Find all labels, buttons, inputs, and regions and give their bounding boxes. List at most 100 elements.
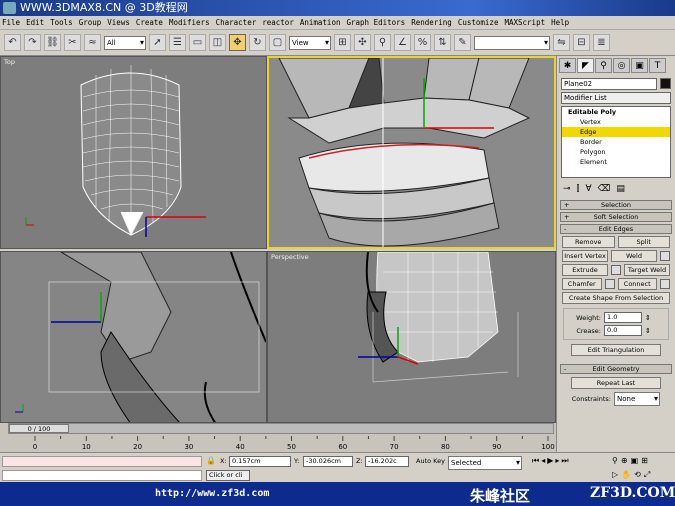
show-end-result-icon[interactable]: ⫿ [577, 184, 580, 194]
edit-triangulation-button[interactable]: Edit Triangulation [571, 344, 661, 356]
connect-settings-icon[interactable] [660, 279, 670, 289]
reference-coord-dropdown[interactable]: View [289, 35, 331, 50]
bind-space-warp-icon[interactable]: ≈ [84, 34, 101, 51]
key-filter-dropdown[interactable]: Selected [448, 456, 522, 470]
maxscript-output-field[interactable] [2, 470, 202, 481]
zoom-extents-all-icon[interactable]: ⊞ [641, 456, 648, 465]
create-shape-button[interactable]: Create Shape From Selection [562, 292, 670, 304]
viewport-perspective[interactable]: Perspective [267, 251, 556, 423]
modify-tab-icon[interactable]: ◤ [577, 58, 594, 73]
selection-filter-dropdown[interactable]: All [104, 35, 146, 50]
chamfer-settings-icon[interactable] [604, 279, 615, 289]
window-crossing-icon[interactable]: ◫ [209, 34, 226, 51]
go-to-start-icon[interactable]: ⏮ [532, 456, 539, 466]
constraints-dropdown[interactable]: None [614, 392, 660, 406]
configure-modifier-sets-icon[interactable]: ▤ [616, 184, 625, 194]
named-selection-dropdown[interactable] [474, 35, 550, 50]
crease-spinner[interactable]: 0.0 [604, 325, 642, 336]
menu-group[interactable]: Group [79, 18, 102, 27]
menu-reactor[interactable]: reactor [262, 18, 294, 27]
move-icon[interactable]: ✥ [229, 34, 246, 51]
play-icon[interactable]: ▶ [547, 456, 553, 466]
menu-modifiers[interactable]: Modifiers [169, 18, 210, 27]
stack-item-polygon[interactable]: Polygon [562, 147, 670, 157]
viewport-top[interactable]: Top [0, 56, 267, 249]
viewport-left[interactable] [0, 251, 267, 423]
y-coordinate-field[interactable]: -30.026cm [303, 456, 353, 467]
stack-item-edge[interactable]: Edge [562, 127, 670, 137]
maximize-viewport-icon[interactable]: ⤢ [644, 470, 650, 480]
redo-icon[interactable]: ↷ [24, 34, 41, 51]
time-slider-knob[interactable]: 0 / 100 [9, 424, 69, 433]
rollout-soft-selection[interactable]: + Soft Selection [560, 212, 672, 222]
select-object-icon[interactable]: ➚ [149, 34, 166, 51]
viewport-front[interactable] [267, 56, 556, 249]
extrude-button[interactable]: Extrude [562, 264, 608, 276]
next-frame-icon[interactable]: ▸ [555, 456, 559, 466]
menu-tools[interactable]: Tools [50, 18, 73, 27]
menu-graph-editors[interactable]: Graph Editors [346, 18, 405, 27]
percent-snap-icon[interactable]: % [414, 34, 431, 51]
extrude-settings-icon[interactable] [611, 265, 621, 275]
rollout-edit-edges[interactable]: - Edit Edges [560, 224, 672, 234]
menu-help[interactable]: Help [551, 18, 569, 27]
rollout-edit-geometry[interactable]: - Edit Geometry [560, 364, 672, 374]
weld-settings-icon[interactable] [660, 251, 670, 261]
zoom-extents-icon[interactable]: ▣ [631, 456, 639, 465]
make-unique-icon[interactable]: ∀ [585, 184, 591, 194]
unlink-icon[interactable]: ✂ [64, 34, 81, 51]
crease-spinner-arrows-icon[interactable]: ⇕ [645, 327, 651, 335]
menu-animation[interactable]: Animation [300, 18, 341, 27]
object-color-swatch[interactable] [660, 78, 671, 89]
select-manipulate-icon[interactable]: ✣ [354, 34, 371, 51]
x-coordinate-field[interactable]: 0.157cm [229, 456, 291, 467]
stack-item-vertex[interactable]: Vertex [562, 117, 670, 127]
rectangle-region-icon[interactable]: ▭ [189, 34, 206, 51]
weight-spinner[interactable]: 1.0 [604, 312, 642, 323]
arc-rotate-icon[interactable]: ⟲ [634, 470, 641, 480]
weld-button[interactable]: Weld [611, 250, 657, 262]
menu-views[interactable]: Views [107, 18, 130, 27]
scale-icon[interactable]: ▢ [269, 34, 286, 51]
menu-maxscript[interactable]: MAXScript [504, 18, 545, 27]
stack-item-editable-poly[interactable]: Editable Poly [562, 107, 670, 117]
split-button[interactable]: Split [617, 236, 670, 248]
frame-ruler[interactable]: 0 10 20 30 40 50 60 70 80 90 100 [0, 436, 556, 452]
lock-selection-icon[interactable]: 🔒 [206, 456, 216, 465]
angle-snap-icon[interactable]: ∠ [394, 34, 411, 51]
remove-button[interactable]: Remove [562, 236, 615, 248]
spinner-snap-icon[interactable]: ⇅ [434, 34, 451, 51]
repeat-last-button[interactable]: Repeat Last [571, 377, 661, 389]
auto-key-button[interactable]: Auto Key [416, 457, 445, 465]
motion-tab-icon[interactable]: ◎ [613, 58, 630, 73]
zoom-all-icon[interactable]: ⊕ [621, 456, 628, 465]
chamfer-button[interactable]: Chamfer [562, 278, 602, 290]
undo-icon[interactable]: ↶ [4, 34, 21, 51]
menu-customize[interactable]: Customize [458, 18, 499, 27]
select-by-name-icon[interactable]: ☰ [169, 34, 186, 51]
stack-item-border[interactable]: Border [562, 137, 670, 147]
menu-create[interactable]: Create [136, 18, 163, 27]
connect-button[interactable]: Connect [617, 278, 657, 290]
pivot-center-icon[interactable]: ⊞ [334, 34, 351, 51]
layer-manager-icon[interactable]: ≣ [593, 34, 610, 51]
edit-named-selections-icon[interactable]: ✎ [454, 34, 471, 51]
pin-stack-icon[interactable]: ⊸ [563, 184, 571, 194]
pan-icon[interactable]: ✋ [621, 470, 631, 480]
menu-file[interactable]: File [2, 18, 20, 27]
remove-modifier-icon[interactable]: ⌫ [598, 184, 611, 194]
stack-item-element[interactable]: Element [562, 157, 670, 167]
z-coordinate-field[interactable]: -16.202c [365, 456, 409, 467]
menu-character[interactable]: Character [216, 18, 257, 27]
insert-vertex-button[interactable]: Insert Vertex [562, 250, 608, 262]
go-to-end-icon[interactable]: ⏭ [561, 456, 568, 466]
field-of-view-icon[interactable]: ▷ [612, 470, 618, 480]
time-slider[interactable]: 0 / 100 [8, 423, 554, 434]
object-name-field[interactable]: Plane02 [561, 78, 657, 90]
rollout-selection[interactable]: + Selection [560, 200, 672, 210]
maxscript-listener-field[interactable] [2, 456, 202, 467]
menu-edit[interactable]: Edit [26, 18, 44, 27]
menu-rendering[interactable]: Rendering [411, 18, 452, 27]
snap-toggle-icon[interactable]: ⚲ [374, 34, 391, 51]
mirror-icon[interactable]: ⇋ [553, 34, 570, 51]
